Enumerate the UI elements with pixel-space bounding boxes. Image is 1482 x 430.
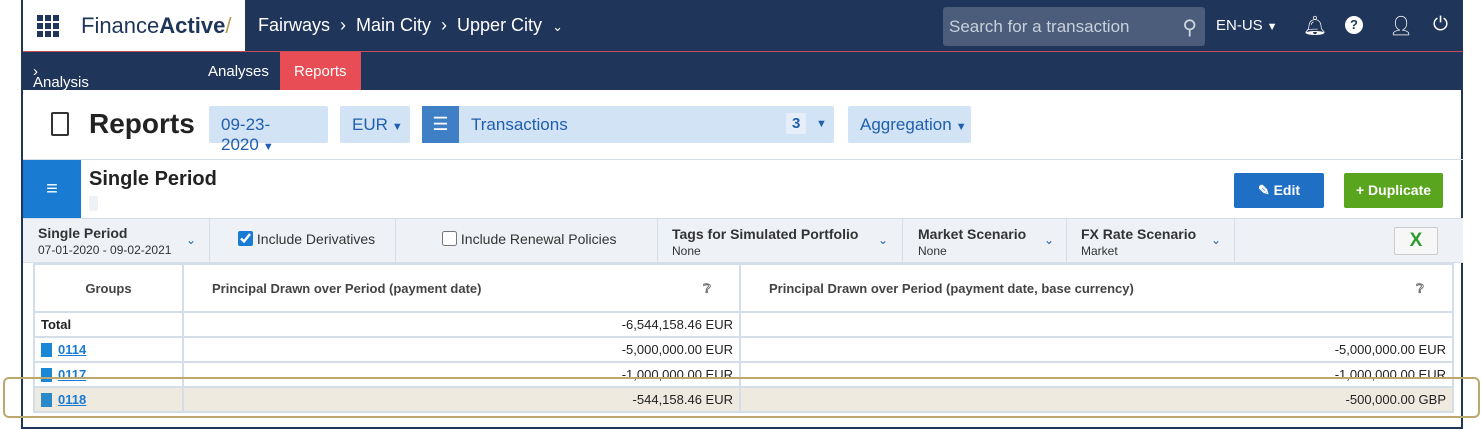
value-cell: -544,158.46 EUR	[183, 387, 740, 412]
reports-header: Reports 09-23-2020▼ EUR▼ ☰ Transactions …	[23, 90, 1463, 160]
header-col2: Principal Drawn over Period (payment dat…	[740, 264, 1453, 312]
transactions-label: Transactions	[471, 115, 568, 135]
search-placeholder: Search for a transaction	[949, 17, 1129, 36]
chevron-down-icon: ⌄	[878, 233, 888, 247]
nav-analysis-reporting[interactable]: Analysis & Reporting ›	[33, 63, 38, 80]
include-derivatives-label: Include Derivatives	[257, 231, 375, 247]
header-col2-label: Principal Drawn over Period (payment dat…	[769, 281, 1134, 296]
duplicate-button[interactable]: + Duplicate	[1344, 173, 1443, 208]
edit-label: Edit	[1274, 182, 1300, 198]
value-cell: -5,000,000.00 EUR	[740, 337, 1453, 362]
aggregation-label: Aggregation	[860, 115, 952, 134]
include-renewal-checkbox[interactable]	[442, 231, 457, 246]
list-icon: ☰	[422, 106, 459, 143]
include-renewal-toggle[interactable]: Include Renewal Policies	[396, 219, 658, 263]
brand-bold: Active	[159, 13, 225, 38]
date-dropdown[interactable]: 09-23-2020▼	[209, 106, 328, 143]
chevron-down-icon: ⌄	[1211, 233, 1221, 247]
edit-button[interactable]: ✎ Edit	[1234, 173, 1324, 208]
fx-value: Market	[1081, 244, 1118, 258]
excel-export-icon[interactable]: X	[1394, 227, 1438, 255]
value-cell: -5,000,000.00 EUR	[183, 337, 740, 362]
chevron-down-icon: ⌄	[1044, 233, 1054, 247]
duplicate-label: Duplicate	[1368, 182, 1431, 198]
bell-icon[interactable]: 🔔︎	[1303, 14, 1327, 38]
report-title: Single Period	[89, 168, 217, 191]
period-range: 07-01-2020 - 09-02-2021	[38, 243, 171, 257]
chevron-down-icon[interactable]: ⌄	[552, 19, 563, 36]
table-row: 0117 -1,000,000.00 EUR-1,000,000.00 EUR	[34, 362, 1453, 387]
breadcrumb: Fairways › Main City › Upper City ⌄	[258, 15, 563, 36]
nav-reports[interactable]: Reports	[280, 52, 361, 90]
include-derivatives-toggle[interactable]: Include Derivatives	[210, 219, 396, 263]
group-link[interactable]: 0118	[58, 392, 86, 407]
value-cell: -500,000.00 GBP	[740, 387, 1453, 412]
transactions-count-badge: 3	[786, 113, 806, 134]
tags-value: None	[672, 244, 701, 258]
value-cell	[740, 312, 1453, 337]
help-icon[interactable]: ❔︎	[1416, 281, 1424, 297]
tag-placeholder	[89, 196, 98, 211]
chevron-right-icon: ›	[340, 15, 346, 36]
chevron-right-icon: ›	[441, 15, 447, 36]
brand-logo[interactable]: FinanceActive/	[81, 13, 231, 39]
header-groups: Groups	[34, 264, 183, 312]
group-link[interactable]: 0114	[58, 342, 86, 357]
top-bar: FinanceActive/ Fairways › Main City › Uppe…	[23, 0, 1463, 52]
nav-analyses[interactable]: Analyses	[208, 63, 269, 80]
include-derivatives-checkbox[interactable]	[238, 231, 253, 246]
transactions-dropdown[interactable]: ☰ Transactions 3 ▼	[422, 106, 834, 143]
group-cell: Total	[34, 312, 183, 337]
fx-scenario-filter[interactable]: FX Rate ScenarioMarket⌄	[1067, 219, 1235, 263]
group-link[interactable]: 0117	[58, 367, 86, 382]
include-renewal-label: Include Renewal Policies	[461, 231, 617, 247]
aggregation-dropdown[interactable]: Aggregation▼	[848, 106, 971, 143]
sub-nav: Analysis & Reporting › Analyses Reports	[23, 52, 1463, 90]
user-icon[interactable]: 👤︎	[1389, 14, 1413, 38]
breadcrumb-fairways[interactable]: Fairways	[258, 15, 330, 36]
search-icon[interactable]: ⚲	[1182, 15, 1197, 40]
table-header-row: Groups Principal Drawn over Period (paym…	[34, 264, 1453, 312]
report-table: Groups Principal Drawn over Period (paym…	[33, 263, 1454, 413]
brand-light: Finance	[81, 13, 159, 38]
table-row: 0114 -5,000,000.00 EUR-5,000,000.00 EUR	[34, 337, 1453, 362]
period-label: Single Period	[38, 225, 209, 241]
header-col1: Principal Drawn over Period (payment dat…	[183, 264, 740, 312]
tags-filter[interactable]: Tags for Simulated Portfolio None ⌄	[658, 219, 903, 263]
breadcrumb-upper-city[interactable]: Upper City	[457, 15, 542, 36]
page-title: Reports	[89, 108, 195, 140]
search-input[interactable]: Search for a transaction ⚲	[943, 7, 1205, 46]
value-cell: -1,000,000.00 EUR	[740, 362, 1453, 387]
language-select[interactable]: EN-US▼	[1216, 17, 1278, 34]
currency-value: EUR	[352, 115, 388, 134]
report-section: ≡ Single Period ✎ Edit + Duplicate	[23, 160, 1463, 218]
tags-label: Tags for Simulated Portfolio	[672, 226, 902, 242]
group-color-swatch	[41, 343, 52, 357]
group-color-swatch	[41, 393, 52, 407]
value-cell: -6,544,158.46 EUR	[183, 312, 740, 337]
table-row-highlighted: 0118 -544,158.46 EUR-500,000.00 GBP	[34, 387, 1453, 412]
value-cell: -1,000,000.00 EUR	[183, 362, 740, 387]
period-filter[interactable]: Single Period 07-01-2020 - 09-02-2021 ⌄	[23, 219, 210, 263]
header-col1-label: Principal Drawn over Period (payment dat…	[212, 281, 481, 296]
logo-area: FinanceActive/	[23, 0, 245, 51]
power-icon[interactable]: ⏻︎	[1433, 14, 1448, 36]
market-value: None	[918, 244, 947, 258]
chevron-down-icon: ⌄	[186, 233, 196, 247]
help-icon[interactable]: ?	[1345, 16, 1363, 34]
list-icon[interactable]: ≡	[23, 160, 81, 218]
apps-grid-icon[interactable]	[37, 15, 59, 37]
report-icon	[51, 112, 69, 136]
currency-dropdown[interactable]: EUR▼	[340, 106, 410, 143]
market-scenario-filter[interactable]: Market ScenarioNone⌄	[903, 219, 1067, 263]
app-frame: FinanceActive/ Fairways › Main City › Uppe…	[21, 0, 1463, 429]
group-color-swatch	[41, 368, 52, 382]
language-label: EN-US	[1216, 17, 1263, 34]
filter-bar: Single Period 07-01-2020 - 09-02-2021 ⌄ In…	[23, 218, 1463, 263]
breadcrumb-main-city[interactable]: Main City	[356, 15, 431, 36]
table-row-total: Total-6,544,158.46 EUR	[34, 312, 1453, 337]
help-icon[interactable]: ❔︎	[703, 281, 711, 297]
